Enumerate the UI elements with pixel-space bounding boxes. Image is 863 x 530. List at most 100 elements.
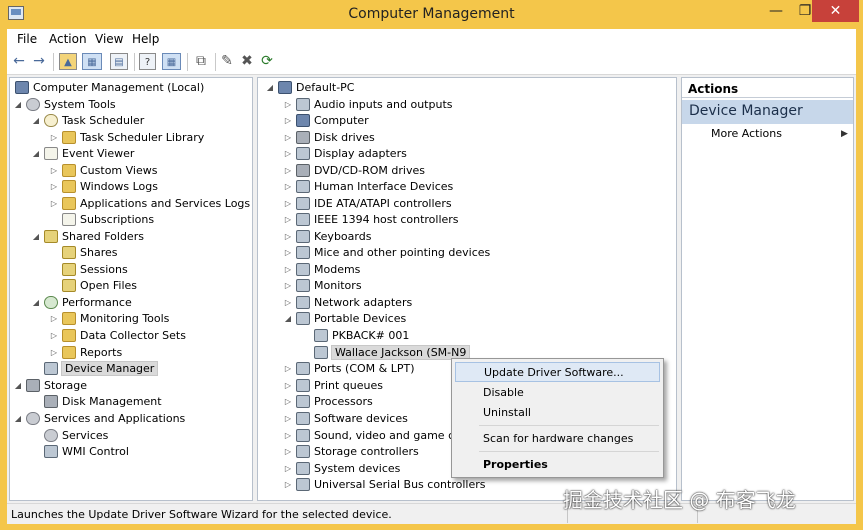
- minimize-button[interactable]: —: [761, 0, 791, 22]
- expand-arrow-icon[interactable]: ▷: [282, 163, 294, 179]
- device-category-print-queues[interactable]: ▷ Print queues: [282, 378, 383, 394]
- device-category-ieee1394[interactable]: ▷ IEEE 1394 host controllers: [282, 212, 459, 228]
- close-button[interactable]: ✕: [812, 0, 859, 22]
- device-wallace-jackson[interactable]: Wallace Jackson (SM-N9: [312, 345, 471, 361]
- expand-arrow-icon[interactable]: ▷: [282, 278, 294, 294]
- expand-arrow-icon[interactable]: ▷: [48, 311, 60, 327]
- tree-item-performance[interactable]: ◢ Performance: [30, 295, 132, 311]
- device-category-disk-drives[interactable]: ▷ Disk drives: [282, 130, 375, 146]
- device-category-display-adapters[interactable]: ▷ Display adapters: [282, 146, 407, 162]
- tree-item-system-tools[interactable]: ◢ System Tools: [12, 97, 116, 113]
- expand-arrow-icon[interactable]: ▷: [282, 461, 294, 477]
- expand-arrow-icon[interactable]: ▷: [282, 97, 294, 113]
- expand-arrow-icon[interactable]: ▷: [282, 130, 294, 146]
- scan-for-hardware-changes-menu-item[interactable]: Scan for hardware changes: [455, 429, 660, 449]
- collapse-arrow-icon[interactable]: ◢: [30, 229, 42, 245]
- expand-arrow-icon[interactable]: ▷: [282, 361, 294, 377]
- expand-arrow-icon[interactable]: ▷: [282, 196, 294, 212]
- uninstall-device-icon[interactable]: ✖: [239, 53, 255, 70]
- expand-arrow-icon[interactable]: ▷: [282, 295, 294, 311]
- scan-hardware-icon[interactable]: ⧉: [192, 53, 210, 70]
- update-driver-icon[interactable]: ✎: [219, 53, 235, 70]
- device-category-ports[interactable]: ▷ Ports (COM & LPT): [282, 361, 415, 377]
- device-category-hid[interactable]: ▷ Human Interface Devices: [282, 179, 453, 195]
- device-category-keyboards[interactable]: ▷ Keyboards: [282, 229, 371, 245]
- expand-arrow-icon[interactable]: ▷: [282, 262, 294, 278]
- device-category-computer[interactable]: ▷ Computer: [282, 113, 369, 129]
- collapse-arrow-icon[interactable]: ◢: [264, 80, 276, 96]
- tree-item-task-scheduler-library[interactable]: ▷ Task Scheduler Library: [48, 130, 204, 146]
- device-category-software-devices[interactable]: ▷ Software devices: [282, 411, 408, 427]
- device-category-portable-devices[interactable]: ◢ Portable Devices: [282, 311, 406, 327]
- expand-arrow-icon[interactable]: ▷: [282, 428, 294, 444]
- tree-item-shared-folders[interactable]: ◢ Shared Folders: [30, 229, 144, 245]
- up-folder-icon[interactable]: ▲: [59, 53, 77, 70]
- tree-item-services[interactable]: Services: [42, 428, 108, 444]
- collapse-arrow-icon[interactable]: ◢: [30, 295, 42, 311]
- tree-item-applications-and-services-logs[interactable]: ▷ Applications and Services Logs: [48, 196, 250, 212]
- tree-item-computer-management[interactable]: Computer Management (Local): [13, 80, 204, 96]
- tree-item-reports[interactable]: ▷ Reports: [48, 345, 122, 361]
- device-category-mice[interactable]: ▷ Mice and other pointing devices: [282, 245, 490, 261]
- menu-action[interactable]: Action: [49, 32, 87, 46]
- tree-item-data-collector-sets[interactable]: ▷ Data Collector Sets: [48, 328, 186, 344]
- expand-arrow-icon[interactable]: ▷: [282, 411, 294, 427]
- menu-file[interactable]: File: [17, 32, 37, 46]
- menu-help[interactable]: Help: [132, 32, 159, 46]
- tree-item-shares[interactable]: Shares: [60, 245, 117, 261]
- collapse-arrow-icon[interactable]: ◢: [12, 97, 24, 113]
- forward-icon[interactable]: →: [31, 53, 47, 70]
- expand-arrow-icon[interactable]: ▷: [282, 113, 294, 129]
- expand-arrow-icon[interactable]: ▷: [282, 212, 294, 228]
- back-icon[interactable]: ←: [11, 53, 27, 70]
- show-hide-console-tree-icon[interactable]: ▦: [82, 53, 102, 70]
- collapse-arrow-icon[interactable]: ◢: [30, 146, 42, 162]
- expand-arrow-icon[interactable]: ▷: [282, 146, 294, 162]
- tree-item-custom-views[interactable]: ▷ Custom Views: [48, 163, 157, 179]
- expand-arrow-icon[interactable]: ▷: [48, 179, 60, 195]
- device-category-monitors[interactable]: ▷ Monitors: [282, 278, 362, 294]
- expand-arrow-icon[interactable]: ▷: [282, 477, 294, 493]
- device-category-storage-controllers[interactable]: ▷ Storage controllers: [282, 444, 419, 460]
- device-category-usb[interactable]: ▷ Universal Serial Bus controllers: [282, 477, 485, 493]
- device-category-sound[interactable]: ▷ Sound, video and game con: [282, 428, 468, 444]
- tree-item-wmi-control[interactable]: WMI Control: [42, 444, 129, 460]
- device-category-audio[interactable]: ▷ Audio inputs and outputs: [282, 97, 453, 113]
- expand-arrow-icon[interactable]: ▷: [282, 229, 294, 245]
- tree-item-sessions[interactable]: Sessions: [60, 262, 128, 278]
- device-category-ide[interactable]: ▷ IDE ATA/ATAPI controllers: [282, 196, 452, 212]
- device-root-default-pc[interactable]: ◢ Default-PC: [264, 80, 354, 96]
- title-bar[interactable]: Computer Management — ❐ ✕: [0, 0, 863, 29]
- update-driver-software-menu-item[interactable]: Update Driver Software...: [455, 362, 660, 382]
- tree-item-open-files[interactable]: Open Files: [60, 278, 137, 294]
- expand-arrow-icon[interactable]: ▷: [48, 163, 60, 179]
- actions-section-device-manager[interactable]: Device Manager: [682, 100, 853, 124]
- collapse-arrow-icon[interactable]: ◢: [30, 113, 42, 129]
- device-category-network-adapters[interactable]: ▷ Network adapters: [282, 295, 412, 311]
- expand-arrow-icon[interactable]: ▷: [282, 245, 294, 261]
- tree-item-monitoring-tools[interactable]: ▷ Monitoring Tools: [48, 311, 169, 327]
- expand-arrow-icon[interactable]: ▷: [48, 130, 60, 146]
- show-hide-action-pane-icon[interactable]: ▦: [162, 53, 181, 70]
- tree-item-device-manager[interactable]: Device Manager: [42, 361, 159, 377]
- uninstall-menu-item[interactable]: Uninstall: [455, 403, 660, 423]
- disable-menu-item[interactable]: Disable: [455, 383, 660, 403]
- more-actions-item[interactable]: More Actions: [682, 125, 853, 143]
- device-category-dvd[interactable]: ▷ DVD/CD-ROM drives: [282, 163, 425, 179]
- expand-arrow-icon[interactable]: ▷: [48, 196, 60, 212]
- expand-arrow-icon[interactable]: ▷: [48, 345, 60, 361]
- expand-arrow-icon[interactable]: ▷: [282, 444, 294, 460]
- device-category-modems[interactable]: ▷ Modems: [282, 262, 360, 278]
- device-pkback-001[interactable]: PKBACK# 001: [312, 328, 409, 344]
- properties-icon[interactable]: ▤: [110, 53, 128, 70]
- collapse-arrow-icon[interactable]: ◢: [12, 411, 24, 427]
- help-icon[interactable]: ?: [139, 53, 156, 70]
- expand-arrow-icon[interactable]: ▷: [48, 328, 60, 344]
- properties-menu-item[interactable]: Properties: [455, 455, 660, 475]
- expand-arrow-icon[interactable]: ▷: [282, 394, 294, 410]
- tree-item-event-viewer[interactable]: ◢ Event Viewer: [30, 146, 134, 162]
- enable-device-icon[interactable]: ⟳: [259, 53, 275, 70]
- tree-item-windows-logs[interactable]: ▷ Windows Logs: [48, 179, 158, 195]
- expand-arrow-icon[interactable]: ▷: [282, 179, 294, 195]
- device-category-system-devices[interactable]: ▷ System devices: [282, 461, 400, 477]
